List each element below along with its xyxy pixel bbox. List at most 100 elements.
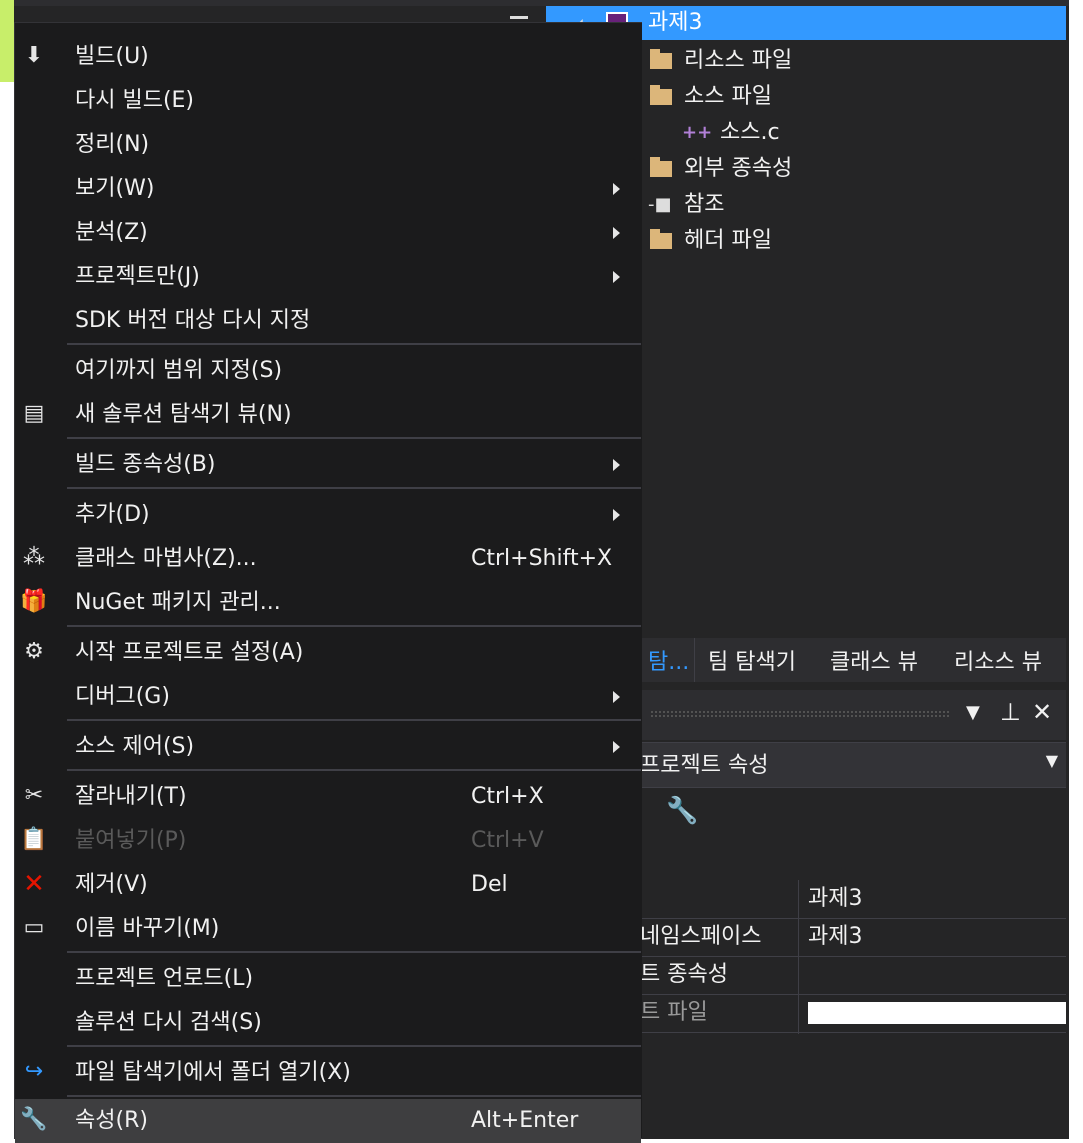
chevron-down-icon: ▼	[1045, 751, 1058, 770]
menu-item-label: 프로젝트만(J)	[75, 264, 200, 289]
menu-item[interactable]: 정리(N)	[15, 123, 641, 167]
menu-item[interactable]: 소스 제어(S)	[15, 725, 641, 769]
menu-separator	[67, 951, 641, 953]
property-pages-wrench-icon[interactable]: 🔧	[666, 796, 698, 826]
tree-item-label: 리소스 파일	[684, 48, 793, 73]
menu-item[interactable]: 보기(W)	[15, 167, 641, 211]
menu-item-label: 솔루션 다시 검색(S)	[75, 1010, 262, 1035]
menu-item-label: 붙여넣기(P)	[75, 828, 187, 853]
pin-icon[interactable]: ⊥	[1000, 698, 1021, 726]
properties-grid: 과제3 네임스페이스 과제3 트 종속성 트 파일	[640, 880, 1066, 1040]
property-key: 트 파일	[640, 1000, 708, 1025]
gear-icon: ⚙	[24, 639, 44, 664]
wrench-icon: 🔧	[20, 1107, 48, 1132]
ide-empty-area	[640, 1040, 1066, 1139]
menu-item-label: 새 솔루션 탐색기 뷰(N)	[75, 402, 292, 427]
scissors-icon: ✂	[24, 783, 44, 808]
submenu-arrow-icon	[613, 459, 620, 471]
menu-separator	[67, 1045, 641, 1047]
menu-item[interactable]: 프로젝트 언로드(L)	[15, 957, 641, 1001]
combo-value: 프로젝트 속성	[640, 753, 769, 778]
property-row[interactable]: 네임스페이스 과제3	[640, 918, 1066, 957]
submenu-arrow-icon	[613, 509, 620, 521]
menu-item[interactable]: 디버그(G)	[15, 675, 641, 719]
property-row[interactable]: 트 종속성	[640, 956, 1066, 995]
property-key: 트 종속성	[640, 962, 728, 987]
menu-item-label: 다시 빌드(E)	[75, 88, 195, 113]
menu-item[interactable]: ▭ 이름 바꾸기(M)	[15, 907, 641, 951]
menu-item[interactable]: ✂ 잘라내기(T) Ctrl+X	[15, 775, 641, 819]
submenu-arrow-icon	[613, 741, 620, 753]
folder-icon	[650, 229, 672, 249]
menu-item[interactable]: 솔루션 다시 검색(S)	[15, 1001, 641, 1045]
left-margin	[0, 82, 14, 1139]
tool-window-tabs: 탐... 팀 탐색기 클래스 뷰 리소스 뷰	[640, 638, 1066, 682]
menu-item[interactable]: ↪ 파일 탐색기에서 폴더 열기(X)	[15, 1051, 641, 1095]
menu-separator	[67, 719, 641, 721]
menu-item[interactable]: SDK 버전 대상 다시 지정	[15, 299, 641, 343]
redacted-value	[808, 1002, 1066, 1024]
submenu-arrow-icon	[613, 227, 620, 239]
menu-item-label: NuGet 패키지 관리...	[75, 590, 281, 615]
class-wizard-icon: ⁂	[23, 545, 45, 570]
menu-item[interactable]: 다시 빌드(E)	[15, 79, 641, 123]
menu-item[interactable]: 빌드 종속성(B)	[15, 443, 641, 487]
menu-separator	[67, 625, 641, 627]
menu-item-label: 이름 바꾸기(M)	[75, 916, 220, 941]
property-key: 네임스페이스	[640, 924, 762, 949]
menu-item[interactable]: 여기까지 범위 지정(S)	[15, 349, 641, 393]
menu-item[interactable]: 추가(D)	[15, 493, 641, 537]
menu-item-label: 클래스 마법사(Z)...	[75, 546, 257, 571]
menu-item[interactable]: ✕ 제거(V) Del	[15, 863, 641, 907]
menu-item-label: 프로젝트 언로드(L)	[75, 966, 254, 991]
dropdown-arrow-icon[interactable]: ▼	[966, 702, 980, 723]
tree-item-label: 소스.c	[720, 120, 780, 145]
collapse-icon[interactable]	[506, 6, 530, 20]
properties-toolbar: 🔧	[640, 788, 1066, 880]
menu-item[interactable]: ⁂ 클래스 마법사(Z)... Ctrl+Shift+X	[15, 537, 641, 581]
properties-object-combo[interactable]: 프로젝트 속성 ▼	[640, 742, 1066, 788]
green-accent-bar	[0, 0, 14, 82]
menu-item[interactable]: 🔧 속성(R) Alt+Enter	[15, 1099, 641, 1143]
tab-resource-view[interactable]: 리소스 뷰	[954, 644, 1042, 682]
menu-item-label: 제거(V)	[75, 872, 148, 897]
menu-item[interactable]: 분석(Z)	[15, 211, 641, 255]
menu-item-label: 정리(N)	[75, 132, 150, 157]
tab-team-explorer[interactable]: 팀 탐색기	[708, 644, 796, 682]
menu-item[interactable]: 🎁 NuGet 패키지 관리...	[15, 581, 641, 625]
cpp-file-icon: ++	[682, 122, 713, 143]
paste-icon: 📋	[20, 827, 48, 852]
folder-icon	[650, 49, 672, 69]
menu-item[interactable]: ⬇ 빌드(U)	[15, 35, 641, 79]
submenu-arrow-icon	[613, 691, 620, 703]
menu-item[interactable]: 프로젝트만(J)	[15, 255, 641, 299]
menu-item[interactable]: 📋 붙여넣기(P) Ctrl+V	[15, 819, 641, 863]
menu-item-label: SDK 버전 대상 다시 지정	[75, 308, 311, 333]
submenu-arrow-icon	[613, 271, 620, 283]
nuget-package-icon: 🎁	[20, 589, 48, 614]
menu-separator	[67, 1095, 641, 1097]
folder-icon	[650, 85, 672, 105]
folder-icon	[650, 157, 672, 177]
menu-item-label: 빌드 종속성(B)	[75, 452, 216, 477]
property-row[interactable]: 트 파일	[640, 994, 1066, 1033]
close-icon[interactable]: ✕	[1032, 698, 1052, 726]
menu-item-label: 디버그(G)	[75, 684, 170, 709]
tree-item-label: 참조	[684, 192, 725, 217]
menu-item[interactable]: ⚙ 시작 프로젝트로 설정(A)	[15, 631, 641, 675]
menu-item-label: 분석(Z)	[75, 220, 148, 245]
property-row[interactable]: 과제3	[640, 880, 1066, 919]
properties-title-bar: ▼ ⊥ ✕	[640, 690, 1066, 740]
menu-separator	[67, 343, 641, 345]
menu-item-shortcut: Alt+Enter	[471, 1108, 579, 1133]
menu-item-label: 빌드(U)	[75, 44, 149, 69]
tab-solution-explorer[interactable]: 탐...	[648, 644, 689, 682]
rename-icon: ▭	[23, 915, 45, 940]
menu-item[interactable]: ▤ 새 솔루션 탐색기 뷰(N)	[15, 393, 641, 437]
menu-item-label: 소스 제어(S)	[75, 734, 195, 759]
tab-divider	[694, 638, 695, 682]
menu-item-label: 속성(R)	[75, 1108, 148, 1133]
menu-item-label: 보기(W)	[75, 176, 155, 201]
drag-grip[interactable]	[650, 710, 950, 718]
tab-class-view[interactable]: 클래스 뷰	[830, 644, 918, 682]
